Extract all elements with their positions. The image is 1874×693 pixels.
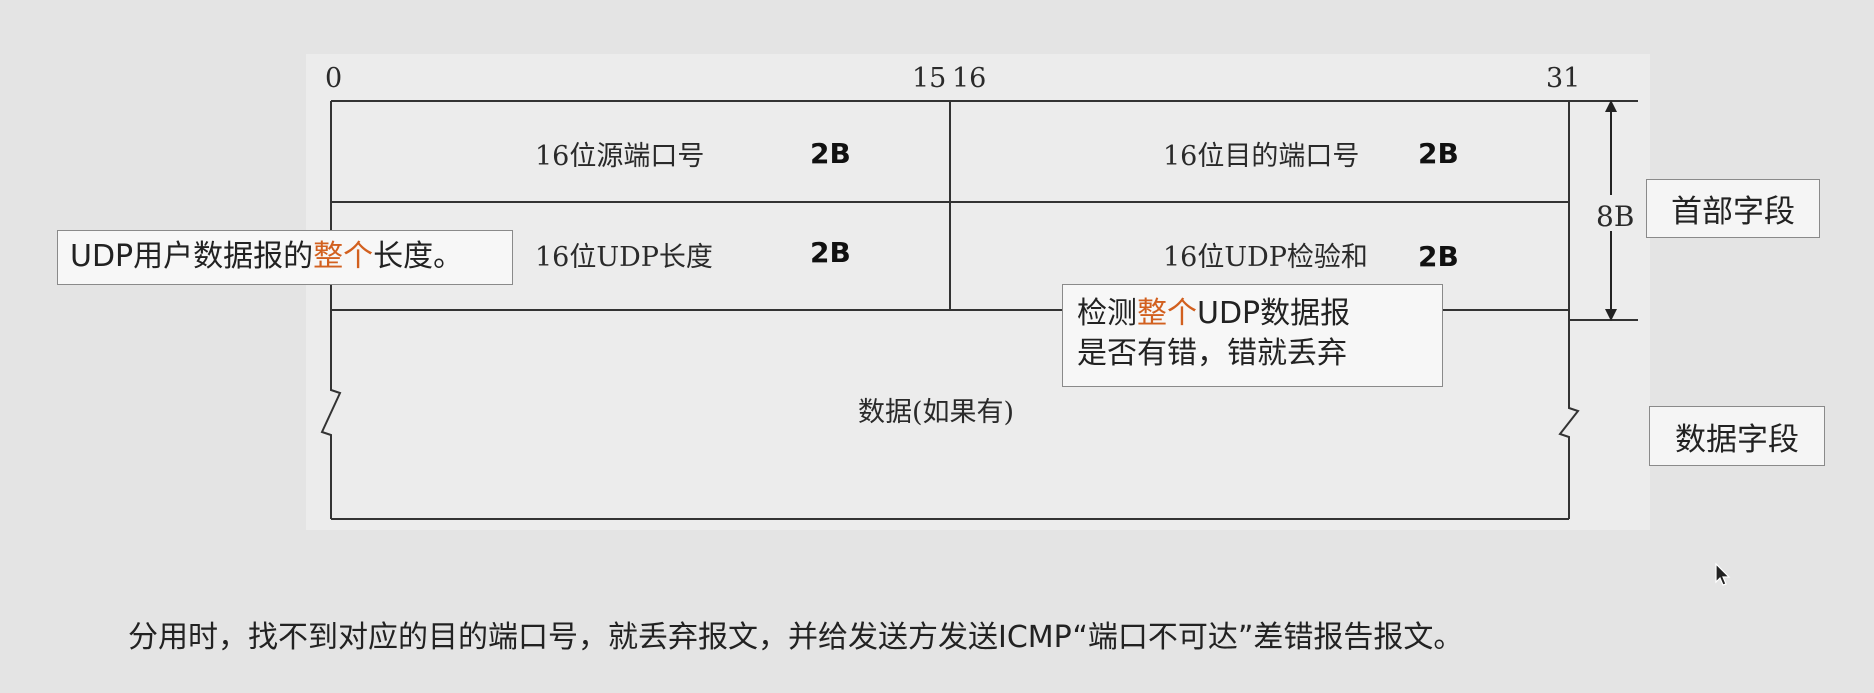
header-fields-tag: 首部字段 <box>1646 179 1820 238</box>
length-callout-highlight: 整个 <box>313 239 374 274</box>
footer-note: 分用时，找不到对应的目的端口号，就丢弃报文，并给发送方发送ICMP“端口不可达”… <box>128 620 1464 655</box>
bit-label-0: 0 <box>325 63 342 94</box>
length-callout: UDP用户数据报的整个长度。 <box>57 230 513 285</box>
udp-header-diagram: 0 15 16 31 8B 16位源端口号 2B 16位目的端口号 2B 16位… <box>306 54 1650 530</box>
bit-label-15: 15 <box>912 63 946 94</box>
src-port-size: 2B <box>810 137 851 170</box>
data-fields-tag: 数据字段 <box>1649 406 1825 466</box>
checksum-callout: 检测整个UDP数据报 是否有错，错就丢弃 <box>1062 284 1443 387</box>
length-callout-post: 长度。 <box>373 239 464 274</box>
dst-port-size: 2B <box>1418 137 1459 170</box>
mouse-cursor-icon <box>1715 562 1731 586</box>
bit-label-16: 16 <box>952 63 986 94</box>
checksum-callout-line2: 是否有错，错就丢弃 <box>1077 336 1347 371</box>
length-callout-pre: UDP用户数据报的 <box>70 239 314 274</box>
diagram-panel <box>306 54 1650 530</box>
checksum-callout-line1: 检测整个UDP数据报 <box>1077 296 1351 331</box>
src-port-label: 16位源端口号 <box>535 141 704 172</box>
checksum-label: 16位UDP检验和 <box>1163 242 1368 273</box>
udp-length-size: 2B <box>810 236 851 269</box>
dst-port-label: 16位目的端口号 <box>1163 141 1359 172</box>
data-field-label: 数据(如果有) <box>858 397 1014 428</box>
udp-length-label: 16位UDP长度 <box>535 242 713 273</box>
header-size-label: 8B <box>1596 200 1634 233</box>
bit-label-31: 31 <box>1546 63 1580 94</box>
checksum-size: 2B <box>1418 240 1459 273</box>
